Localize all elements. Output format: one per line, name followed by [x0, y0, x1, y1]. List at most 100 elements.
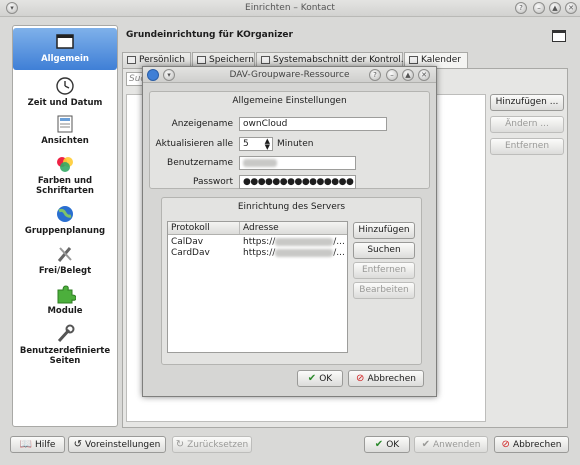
server-edit-button[interactable]: Bearbeiten — [353, 282, 415, 299]
column-header-address[interactable]: Adresse — [243, 223, 279, 233]
defaults-button[interactable]: ↺ Voreinstellungen — [68, 436, 166, 453]
cancel-icon: ⊘ — [501, 439, 510, 450]
button-label: Voreinstellungen — [85, 440, 161, 450]
sidebar-item-label: Frei/Belegt — [38, 266, 92, 276]
password-field[interactable]: ●●●●●●●●●●●●●●● — [239, 175, 356, 189]
sidebar-item-farben[interactable]: Farben und Schriftarten — [13, 154, 117, 200]
display-name-label: Anzeigename — [171, 119, 233, 129]
sidebar-item-label: Benutzerdefinierte Seiten — [19, 346, 111, 366]
tab-label: Speichern — [209, 55, 254, 65]
calendar-icon — [56, 34, 74, 49]
sidebar-item-gruppenplanung[interactable]: Gruppenplanung — [13, 204, 117, 240]
window-title: Einrichten – Kontact — [245, 3, 335, 13]
cancel-button[interactable]: ⊘ Abbrechen — [494, 436, 569, 453]
person-icon — [127, 56, 136, 64]
reset-button[interactable]: ↻ Zurücksetzen — [172, 436, 252, 453]
spinner-arrows-icon[interactable]: ▲ ▼ — [265, 138, 270, 150]
address-cell: https:///... — [243, 237, 345, 247]
refresh-unit-label: Minuten — [277, 139, 314, 149]
sidebar-item-frei-belegt[interactable]: Frei/Belegt — [13, 244, 117, 280]
button-label: Anwenden — [432, 440, 481, 450]
settings-sidebar: Allgemein Zeit und Datum Ansichten Farbe… — [12, 25, 118, 427]
remove-resource-button[interactable]: Entfernen — [490, 138, 564, 155]
server-table[interactable]: Protokoll Adresse CalDav https:///... Ca… — [167, 221, 348, 353]
calendar-icon — [409, 56, 418, 64]
redacted-address — [275, 237, 334, 246]
help-button[interactable]: 📖 Hilfe — [10, 436, 65, 453]
protocol-cell: CardDav — [171, 248, 210, 258]
group-title: Allgemeine Einstellungen — [232, 96, 347, 106]
column-header-protocol[interactable]: Protokoll — [171, 223, 210, 233]
password-label: Passwort — [192, 177, 233, 187]
dialog-cancel-button[interactable]: ⊘ Abbrechen — [348, 370, 424, 387]
ok-button[interactable]: ✔ OK — [364, 436, 410, 453]
puzzle-icon — [57, 285, 76, 304]
protocol-cell: CalDav — [171, 237, 204, 247]
button-label: Abbrechen — [367, 374, 416, 384]
maximize-icon[interactable]: ▲ — [402, 69, 414, 81]
check-icon: ✔ — [307, 373, 317, 384]
sidebar-item-allgemein[interactable]: Allgemein — [13, 28, 117, 70]
edit-resource-button[interactable]: Ändern ... — [490, 116, 564, 133]
tools-icon — [57, 247, 72, 262]
help-icon: 📖 — [19, 439, 32, 450]
minimize-icon[interactable]: – — [533, 2, 545, 14]
check-icon: ✔ — [421, 439, 430, 450]
sidebar-item-ansichten[interactable]: Ansichten — [13, 114, 117, 150]
username-label: Benutzername — [167, 158, 233, 168]
cancel-icon: ⊘ — [356, 373, 365, 384]
close-icon[interactable]: ✕ — [565, 2, 577, 14]
display-name-field[interactable]: ownCloud — [239, 117, 387, 131]
sidebar-item-label: Gruppenplanung — [24, 226, 106, 236]
button-label: Abbrechen — [512, 440, 562, 450]
minimize-icon[interactable]: – — [386, 69, 398, 81]
redacted-username — [243, 158, 277, 167]
help-icon[interactable]: ? — [369, 69, 381, 81]
sidebar-item-label: Farben und Schriftarten — [36, 176, 94, 196]
server-add-button[interactable]: Hinzufügen — [353, 222, 415, 239]
refresh-label: Aktualisieren alle — [155, 139, 233, 149]
clock-icon — [56, 77, 74, 95]
dav-resource-dialog: ▾ DAV-Groupware-Ressource ? – ▲ ✕ Allgem… — [142, 66, 437, 397]
close-icon[interactable]: ✕ — [418, 69, 430, 81]
window-titlebar: ▾ Einrichten – Kontact ? – ▲ ✕ — [0, 0, 580, 17]
maximize-icon[interactable]: ▲ — [549, 2, 561, 14]
check-icon: ✔ — [374, 439, 384, 450]
sidebar-item-label: Ansichten — [41, 136, 89, 146]
column-divider — [239, 222, 240, 234]
dialog-titlebar: ▾ DAV-Groupware-Ressource ? – ▲ ✕ — [143, 67, 436, 83]
calendar-icon — [552, 30, 566, 42]
button-label: Zurücksetzen — [187, 440, 249, 450]
tab-label: Systemabschnitt der Kontrol... — [273, 55, 410, 65]
button-label: OK — [319, 374, 333, 384]
server-search-button[interactable]: Suchen — [353, 242, 415, 259]
sidebar-item-label: Zeit und Datum — [27, 98, 103, 108]
refresh-value: 5 — [243, 139, 249, 149]
redacted-address — [275, 248, 334, 257]
add-resource-button[interactable]: Hinzufügen ... — [490, 94, 564, 111]
button-label: Hilfe — [34, 440, 56, 450]
button-label: OK — [386, 440, 400, 450]
save-icon — [197, 56, 206, 64]
wrench-icon — [57, 324, 75, 343]
dialog-ok-button[interactable]: ✔ OK — [297, 370, 343, 387]
table-header: Protokoll Adresse — [168, 222, 347, 235]
server-remove-button[interactable]: Entfernen — [353, 262, 415, 279]
help-icon[interactable]: ? — [515, 2, 527, 14]
sidebar-item-label: Module — [47, 306, 83, 316]
refresh-interval-spinbox[interactable]: 5 ▲ ▼ — [239, 137, 273, 151]
globe-icon — [57, 206, 73, 222]
reset-icon: ↻ — [175, 439, 185, 450]
group-title: Einrichtung des Servers — [237, 202, 346, 212]
tab-label: Kalender — [421, 55, 461, 65]
sidebar-item-zeit-und-datum[interactable]: Zeit und Datum — [13, 76, 117, 112]
tab-label: Persönlich — [139, 55, 185, 65]
tools-icon — [261, 56, 270, 64]
defaults-icon: ↺ — [73, 439, 83, 450]
sidebar-item-benutzerdefiniert[interactable]: Benutzerdefinierte Seiten — [13, 324, 117, 374]
address-cell: https:///... — [243, 248, 345, 258]
sidebar-item-module[interactable]: Module — [13, 284, 117, 320]
apply-button[interactable]: ✔ Anwenden — [414, 436, 488, 453]
username-field[interactable] — [239, 156, 356, 170]
page-title: Grundeinrichtung für KOrganizer — [126, 30, 293, 40]
